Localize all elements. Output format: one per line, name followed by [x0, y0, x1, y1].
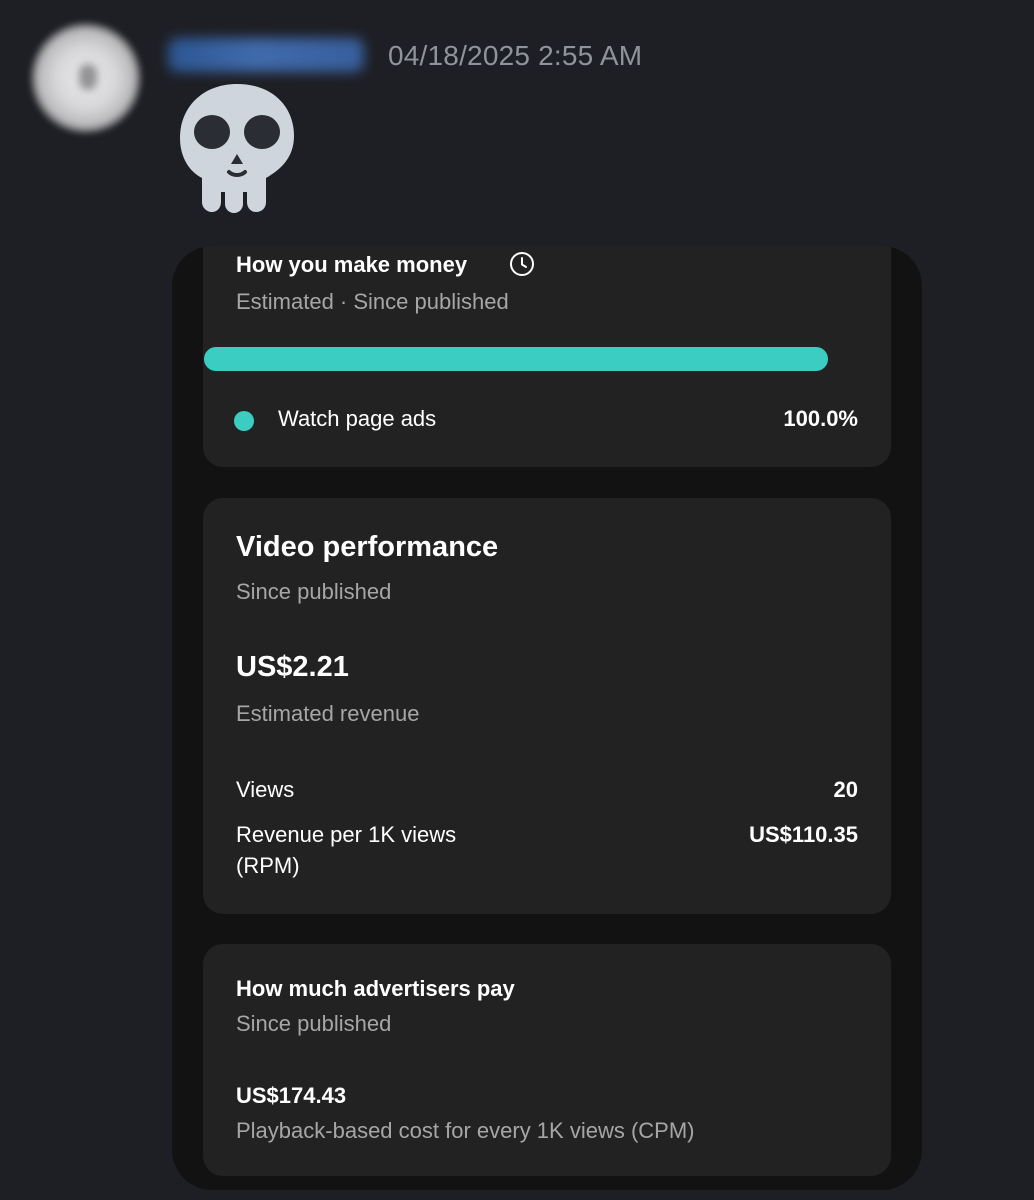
advertisers-pay-card: How much advertisers pay Since published… [203, 944, 891, 1176]
video-performance-title: Video performance [236, 531, 499, 563]
legend-label: Watch page ads [278, 406, 437, 431]
estimated-revenue-amount: US$2.21 [236, 651, 349, 683]
legend-value: 100.0% [783, 406, 858, 431]
money-card-subtitle: Estimated · Since published [236, 289, 509, 314]
cpm-description: Playback-based cost for every 1K views (… [236, 1118, 695, 1143]
avatar-glyph [79, 64, 97, 90]
advertisers-pay-title: How much advertisers pay [236, 976, 515, 1001]
phone-screenshot: How you make money Estimated · Since pub… [172, 246, 922, 1190]
views-value: 20 [833, 777, 858, 802]
rpm-label: Revenue per 1K views (RPM) [236, 822, 457, 878]
cpm-amount: US$174.43 [236, 1083, 347, 1108]
message-timestamp: 04/18/2025 2:55 AM [388, 40, 643, 71]
username-redacted[interactable] [168, 38, 364, 72]
money-card-title: How you make money [236, 252, 468, 277]
video-performance-card: Video performance Since published US$2.2… [203, 498, 891, 914]
revenue-source-bar-fill [204, 347, 828, 371]
views-label: Views [236, 777, 295, 802]
revenue-source-bar [204, 347, 828, 371]
advertisers-pay-subtitle: Since published [236, 1011, 392, 1036]
clock-icon[interactable] [509, 251, 535, 277]
video-performance-subtitle: Since published [236, 579, 392, 604]
legend-dot [234, 411, 254, 431]
skull-emoji-icon [180, 84, 294, 213]
rpm-value: US$110.35 [749, 822, 858, 847]
estimated-revenue-label: Estimated revenue [236, 701, 420, 726]
